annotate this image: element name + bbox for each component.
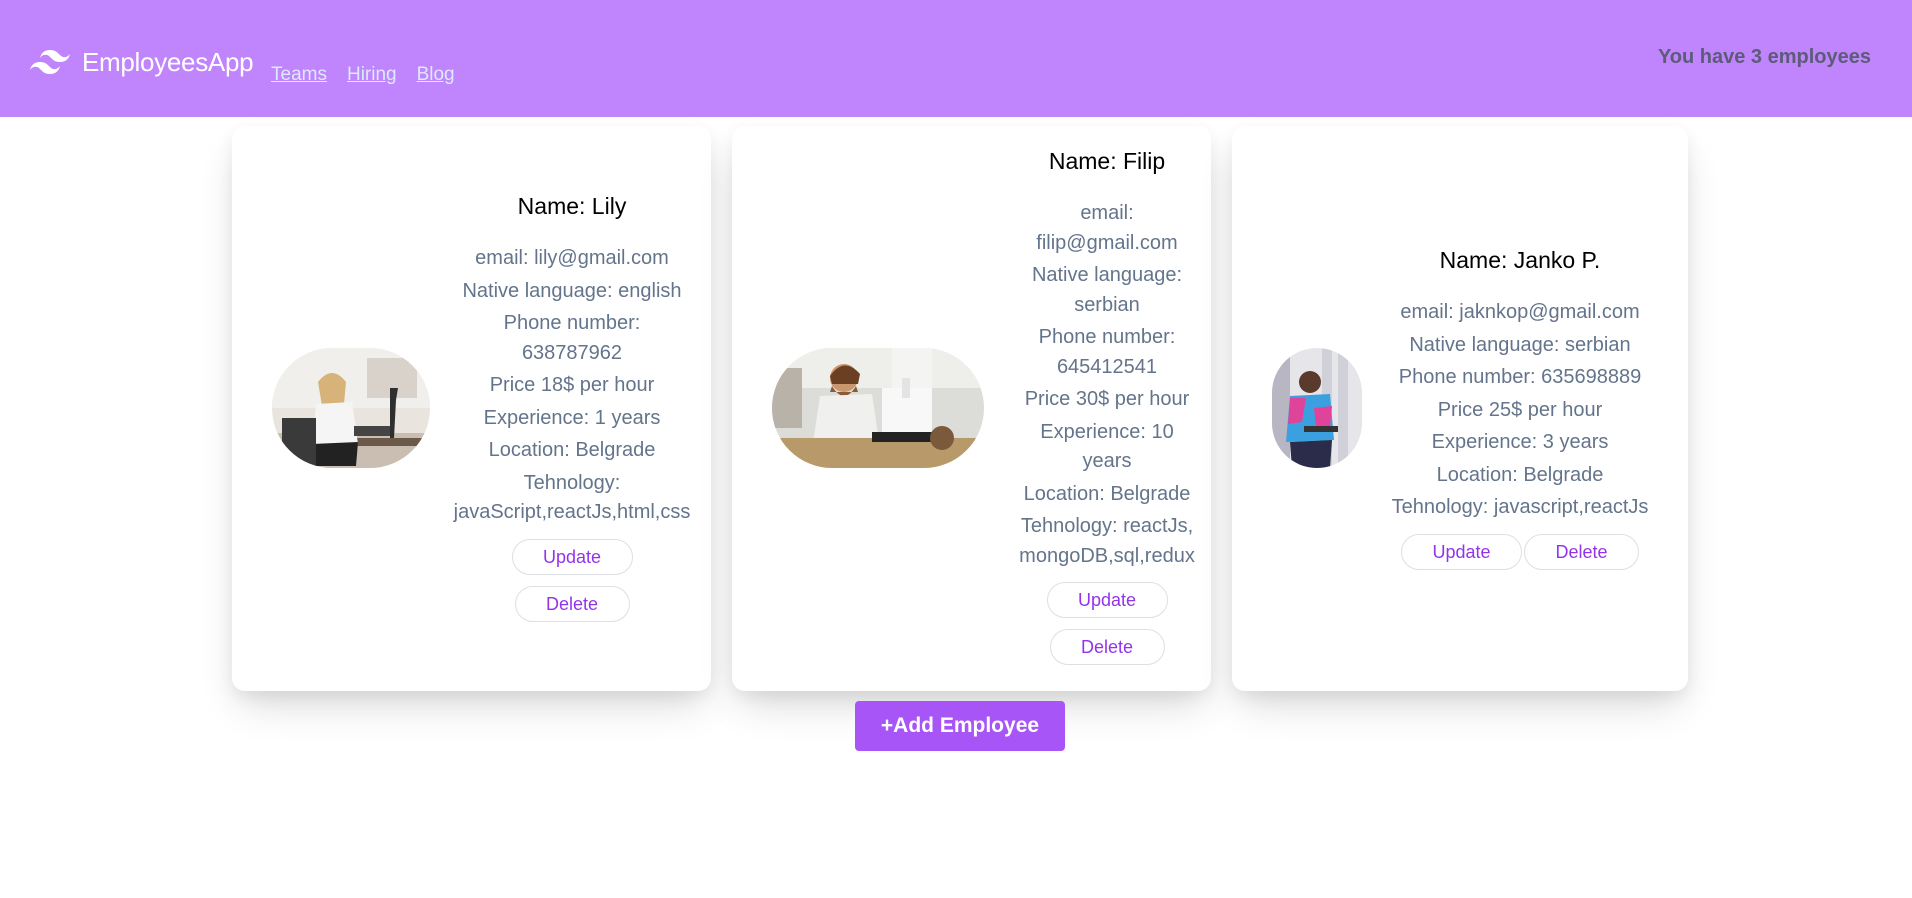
- brand[interactable]: EmployeesApp: [30, 42, 254, 82]
- delete-button[interactable]: Delete: [514, 585, 630, 622]
- employee-info: Name: Filip email: filip@gmail.com Nativ…: [1012, 148, 1202, 665]
- employee-name: Name: Janko P.: [1439, 247, 1601, 273]
- employee-card: Name: Janko P. email: jaknkop@gmail.com …: [1232, 126, 1688, 691]
- employee-phone: Phone number: 635698889: [1398, 366, 1642, 388]
- add-employee-button[interactable]: +Add Employee: [855, 701, 1065, 751]
- employee-technology: mongoDB,sql,redux: [1019, 544, 1195, 567]
- employee-photo: [272, 348, 430, 468]
- employee-phone: 638787962: [521, 341, 623, 364]
- employee-actions: Update Delete: [1046, 582, 1168, 665]
- employee-language: Native language: serbian: [1409, 333, 1631, 356]
- nav-links: Teams Hiring Blog: [271, 64, 455, 86]
- employee-language: serbian: [1074, 293, 1140, 316]
- employee-photo: [772, 348, 984, 468]
- update-button[interactable]: Update: [1401, 533, 1522, 570]
- tailwind-wave-icon: [30, 50, 70, 74]
- employee-info: Name: Lily email: lily@gmail.com Native …: [452, 193, 692, 622]
- nav-link-teams[interactable]: Teams: [271, 64, 327, 86]
- delete-button[interactable]: Delete: [1049, 629, 1165, 665]
- employee-photo-image: [272, 348, 430, 468]
- employee-card: Name: Lily email: lily@gmail.com Native …: [232, 126, 711, 691]
- brand-name: EmployeesApp: [82, 46, 254, 77]
- navbar: EmployeesApp Teams Hiring Blog You have …: [0, 0, 1912, 117]
- employee-location: Location: Belgrade: [1436, 463, 1604, 486]
- employee-info: Name: Janko P. email: jaknkop@gmail.com …: [1380, 247, 1660, 570]
- employee-phone: 645412541: [1056, 355, 1158, 378]
- employee-photo-image: [772, 348, 984, 468]
- employee-experience: Experience: 1 years: [483, 406, 661, 429]
- employee-location: Location: Belgrade: [488, 439, 656, 461]
- employee-language: Native language: english: [462, 279, 682, 302]
- employee-actions: Update Delete: [511, 538, 633, 622]
- employee-count: You have 3 employees: [1657, 46, 1871, 68]
- employee-technology-label: Tehnology:: [523, 471, 621, 494]
- update-button[interactable]: Update: [511, 538, 633, 575]
- employee-language-label: Native language:: [1031, 264, 1183, 286]
- employee-location: Location: Belgrade: [1023, 482, 1191, 505]
- employee-technology: javaScript,reactJs,html,css: [453, 501, 691, 523]
- update-button[interactable]: Update: [1046, 582, 1168, 618]
- employee-technology: Tehnology: javascript,reactJs: [1391, 496, 1649, 518]
- employee-experience: Experience: 3 years: [1431, 431, 1609, 453]
- employee-price: Price 30$ per hour: [1024, 388, 1190, 410]
- employee-photo-image: [1272, 348, 1362, 468]
- employee-card: Name: Filip email: filip@gmail.com Nativ…: [732, 126, 1211, 691]
- employee-phone-label: Phone number:: [503, 312, 641, 334]
- nav-link-blog[interactable]: Blog: [417, 64, 455, 86]
- employee-price: Price 25$ per hour: [1437, 398, 1603, 421]
- employee-price: Price 18$ per hour: [489, 374, 655, 396]
- employee-email: email: lily@gmail.com: [475, 247, 669, 269]
- employee-photo: [1272, 348, 1362, 468]
- employee-name: Name: Lily: [517, 193, 627, 219]
- delete-button[interactable]: Delete: [1524, 533, 1639, 570]
- employee-technology-label: Tehnology: reactJs,: [1020, 515, 1194, 537]
- employee-experience: years: [1082, 450, 1132, 472]
- employee-email-label: email:: [1080, 202, 1134, 224]
- employee-phone-label: Phone number:: [1038, 326, 1176, 348]
- employee-email: email: jaknkop@gmail.com: [1400, 301, 1640, 323]
- employee-actions: Update Delete: [1401, 533, 1639, 570]
- employee-experience-label: Experience: 10: [1040, 420, 1174, 443]
- nav-link-hiring[interactable]: Hiring: [347, 64, 397, 86]
- employee-name: Name: Filip: [1048, 148, 1166, 174]
- employee-email: filip@gmail.com: [1036, 231, 1178, 254]
